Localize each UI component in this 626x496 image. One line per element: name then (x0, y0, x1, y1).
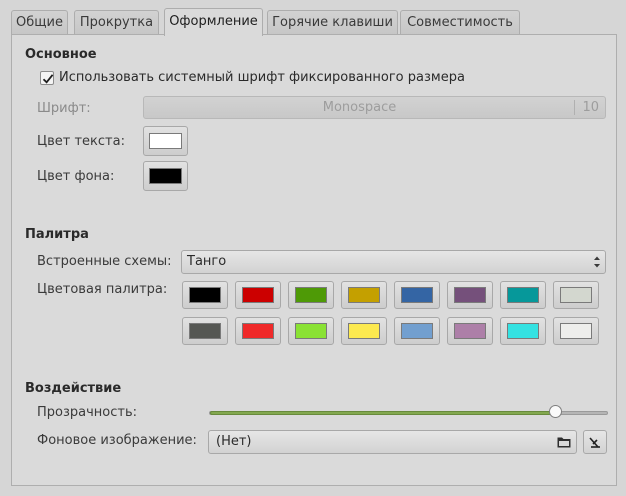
palette-color-button[interactable] (288, 317, 334, 345)
font-chooser-button[interactable]: Monospace 10 (143, 96, 606, 119)
text-color-label: Цвет текста: (37, 134, 125, 149)
palette-color-button[interactable] (553, 317, 599, 345)
font-name: Monospace (322, 100, 397, 115)
palette-color-swatch (242, 323, 274, 339)
palette-color-swatch (454, 323, 486, 339)
tab-appearance[interactable]: Оформление (164, 8, 263, 36)
palette-color-button[interactable] (500, 281, 546, 309)
tab-label: Горячие клавиши (272, 15, 393, 30)
text-color-swatch (149, 133, 182, 149)
tab-label: Совместимость (407, 15, 513, 30)
palette-color-swatch (295, 323, 327, 339)
tab-label: Общие (16, 15, 63, 30)
palette-color-button[interactable] (182, 317, 228, 345)
text-color-button[interactable] (143, 126, 188, 156)
transparency-slider-thumb[interactable] (549, 405, 562, 418)
checkmark-icon (42, 74, 54, 84)
clear-bg-image-button[interactable] (583, 430, 607, 454)
palette-color-button[interactable] (235, 281, 281, 309)
use-system-font-label: Использовать системный шрифт фиксированн… (59, 70, 465, 85)
up-down-arrows-icon (594, 256, 600, 268)
bg-color-swatch (149, 168, 182, 184)
palette-color-swatch (242, 287, 274, 303)
tab-general[interactable]: Общие (11, 10, 68, 35)
appearance-panel: Основное Использовать системный шрифт фи… (11, 34, 617, 486)
bg-color-label: Цвет фона: (37, 169, 115, 184)
font-separator (574, 100, 575, 115)
palette-color-swatch (348, 287, 380, 303)
tab-label: Оформление (169, 14, 258, 29)
palette-color-swatch (295, 287, 327, 303)
bg-color-button[interactable] (143, 161, 188, 191)
effects-section-title: Воздействие (25, 381, 122, 396)
palette-color-button[interactable] (553, 281, 599, 309)
tab-compatibility[interactable]: Совместимость (400, 10, 520, 35)
palette-color-button[interactable] (235, 317, 281, 345)
bg-image-value: (Нет) (216, 434, 252, 449)
palette-color-button[interactable] (500, 317, 546, 345)
use-system-font-checkbox[interactable] (40, 71, 54, 85)
palette-color-swatch (401, 323, 433, 339)
palette-color-swatch (401, 287, 433, 303)
folder-icon (557, 437, 571, 448)
schemes-combo[interactable]: Танго (181, 250, 606, 274)
palette-color-button[interactable] (447, 281, 493, 309)
palette-color-button[interactable] (394, 281, 440, 309)
palette-color-swatch (189, 287, 221, 303)
tab-scrolling[interactable]: Прокрутка (74, 10, 159, 35)
palette-color-swatch (348, 323, 380, 339)
palette-color-button[interactable] (182, 281, 228, 309)
transparency-label: Прозрачность: (37, 405, 138, 420)
schemes-label: Встроенные схемы: (37, 254, 172, 269)
palette-color-button[interactable] (288, 281, 334, 309)
palette-color-button[interactable] (341, 317, 387, 345)
tab-label: Прокрутка (79, 15, 154, 30)
color-palette-label: Цветовая палитра: (37, 282, 168, 297)
basic-section-title: Основное (25, 47, 97, 62)
clear-icon (589, 437, 600, 448)
palette-color-button[interactable] (341, 281, 387, 309)
transparency-slider-fill (210, 411, 557, 415)
palette-color-swatch (454, 287, 486, 303)
tab-shortcuts[interactable]: Горячие клавиши (267, 10, 398, 35)
palette-color-swatch (507, 323, 539, 339)
palette-section-title: Палитра (25, 227, 89, 242)
bg-image-label: Фоновое изображение: (37, 433, 197, 448)
bg-image-chooser[interactable]: (Нет) (208, 430, 577, 454)
schemes-combo-value: Танго (187, 254, 227, 269)
palette-color-swatch (560, 287, 592, 303)
font-label: Шрифт: (37, 101, 91, 116)
palette-color-swatch (560, 323, 592, 339)
palette-color-swatch (189, 323, 221, 339)
font-size: 10 (582, 100, 599, 115)
palette-color-swatch (507, 287, 539, 303)
palette-color-button[interactable] (447, 317, 493, 345)
palette-color-button[interactable] (394, 317, 440, 345)
